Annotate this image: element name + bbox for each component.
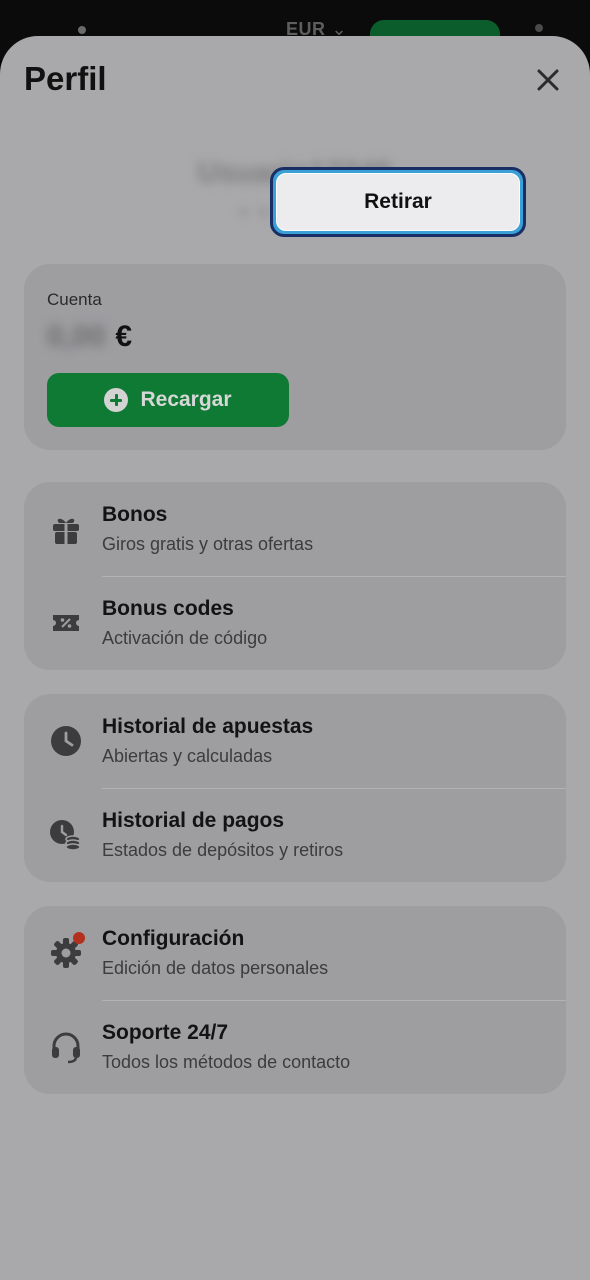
history-card: Historial de apuestas Abiertas y calcula…	[24, 694, 566, 882]
account-card: Cuenta 0,00 € Recargar	[24, 264, 566, 450]
menu-item-title: Configuración	[102, 927, 245, 950]
more-icon[interactable]	[535, 24, 543, 32]
menu-item-bonus-codes[interactable]: Bonus codes Activación de código	[24, 576, 566, 670]
menu-item-subtitle: Edición de datos personales	[102, 958, 329, 978]
currency-symbol: €	[115, 320, 133, 353]
page-title: Perfil	[24, 60, 107, 97]
menu-item-title: Historial de pagos	[102, 809, 285, 832]
menu-item-historial-pagos[interactable]: Historial de pagos Estados de depósitos …	[24, 788, 566, 882]
clock-icon	[51, 726, 81, 756]
copy-icon: ⧉	[238, 204, 250, 221]
recargar-button[interactable]: Recargar	[47, 373, 289, 427]
ticket-percent-icon	[53, 615, 79, 631]
recargar-label: Recargar	[140, 388, 232, 411]
menu-item-configuracion[interactable]: Configuración Edición de datos personale…	[24, 906, 566, 1001]
retirar-label: Retirar	[276, 173, 520, 231]
menu-item-subtitle: Abiertas y calculadas	[102, 746, 273, 766]
menu-item-soporte[interactable]: Soporte 24/7 Todos los métodos de contac…	[24, 1000, 566, 1094]
menu-item-title: Bonus codes	[102, 597, 234, 620]
retirar-button[interactable]: Retirar	[270, 167, 526, 237]
plus-circle-icon	[104, 388, 129, 412]
headset-icon	[52, 1032, 80, 1064]
balance: 0,00 €	[47, 320, 132, 354]
profile-sheet: Perfil Usuario12345 ⧉ID 123456789 Cuenta…	[0, 36, 590, 1280]
bonuses-card: Bonos Giros gratis y otras ofertas Bonus…	[24, 482, 566, 670]
payment-history-icon	[50, 820, 81, 851]
gift-icon	[53, 518, 79, 544]
menu-item-bonos[interactable]: Bonos Giros gratis y otras ofertas	[24, 482, 566, 577]
notification-dot	[73, 932, 85, 944]
menu-item-subtitle: Estados de depósitos y retiros	[102, 840, 344, 860]
menu-item-subtitle: Giros gratis y otras ofertas	[102, 534, 314, 554]
balance-amount: 0,00	[47, 320, 106, 353]
menu-item-historial-apuestas[interactable]: Historial de apuestas Abiertas y calcula…	[24, 694, 566, 789]
settings-card: Configuración Edición de datos personale…	[24, 906, 566, 1094]
menu-item-subtitle: Activación de código	[102, 628, 268, 648]
menu-item-title: Historial de apuestas	[102, 715, 314, 738]
close-icon	[537, 69, 559, 91]
close-button[interactable]	[530, 62, 566, 98]
menu-item-subtitle: Todos los métodos de contacto	[102, 1052, 351, 1072]
menu-item-title: Soporte 24/7	[102, 1021, 229, 1044]
menu-dot-icon[interactable]	[78, 26, 86, 34]
menu-item-title: Bonos	[102, 503, 168, 526]
account-label: Cuenta	[47, 290, 102, 309]
